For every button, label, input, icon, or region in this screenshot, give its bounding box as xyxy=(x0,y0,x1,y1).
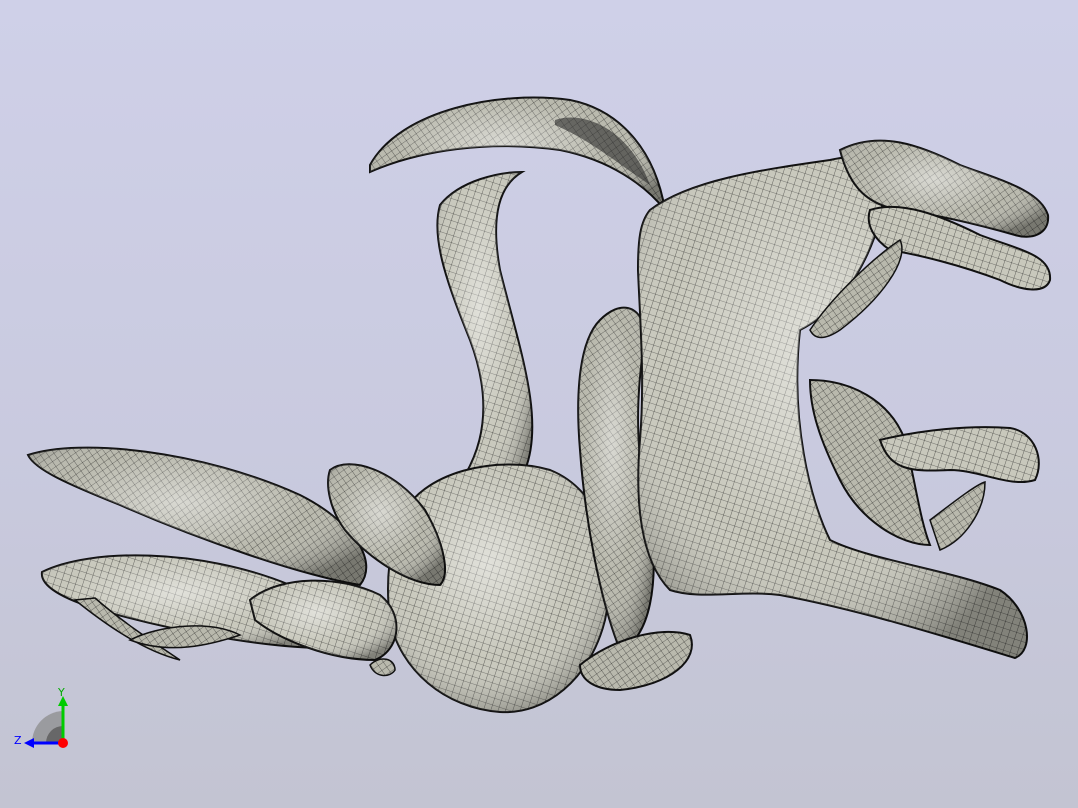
orientation-triad: Y Z xyxy=(14,686,68,748)
body-head xyxy=(387,463,611,714)
z-axis-label: Z xyxy=(14,734,22,747)
y-axis-label: Y xyxy=(57,686,65,699)
cad-3d-viewport[interactable]: Y Z xyxy=(0,0,1078,808)
mesh-model[interactable] xyxy=(0,0,1078,808)
crescent-horn xyxy=(369,96,667,214)
x-axis-dot-icon xyxy=(58,738,68,748)
curved-stalk xyxy=(436,170,534,515)
z-axis-arrow-icon xyxy=(24,738,34,748)
lower-legs xyxy=(808,378,1040,551)
